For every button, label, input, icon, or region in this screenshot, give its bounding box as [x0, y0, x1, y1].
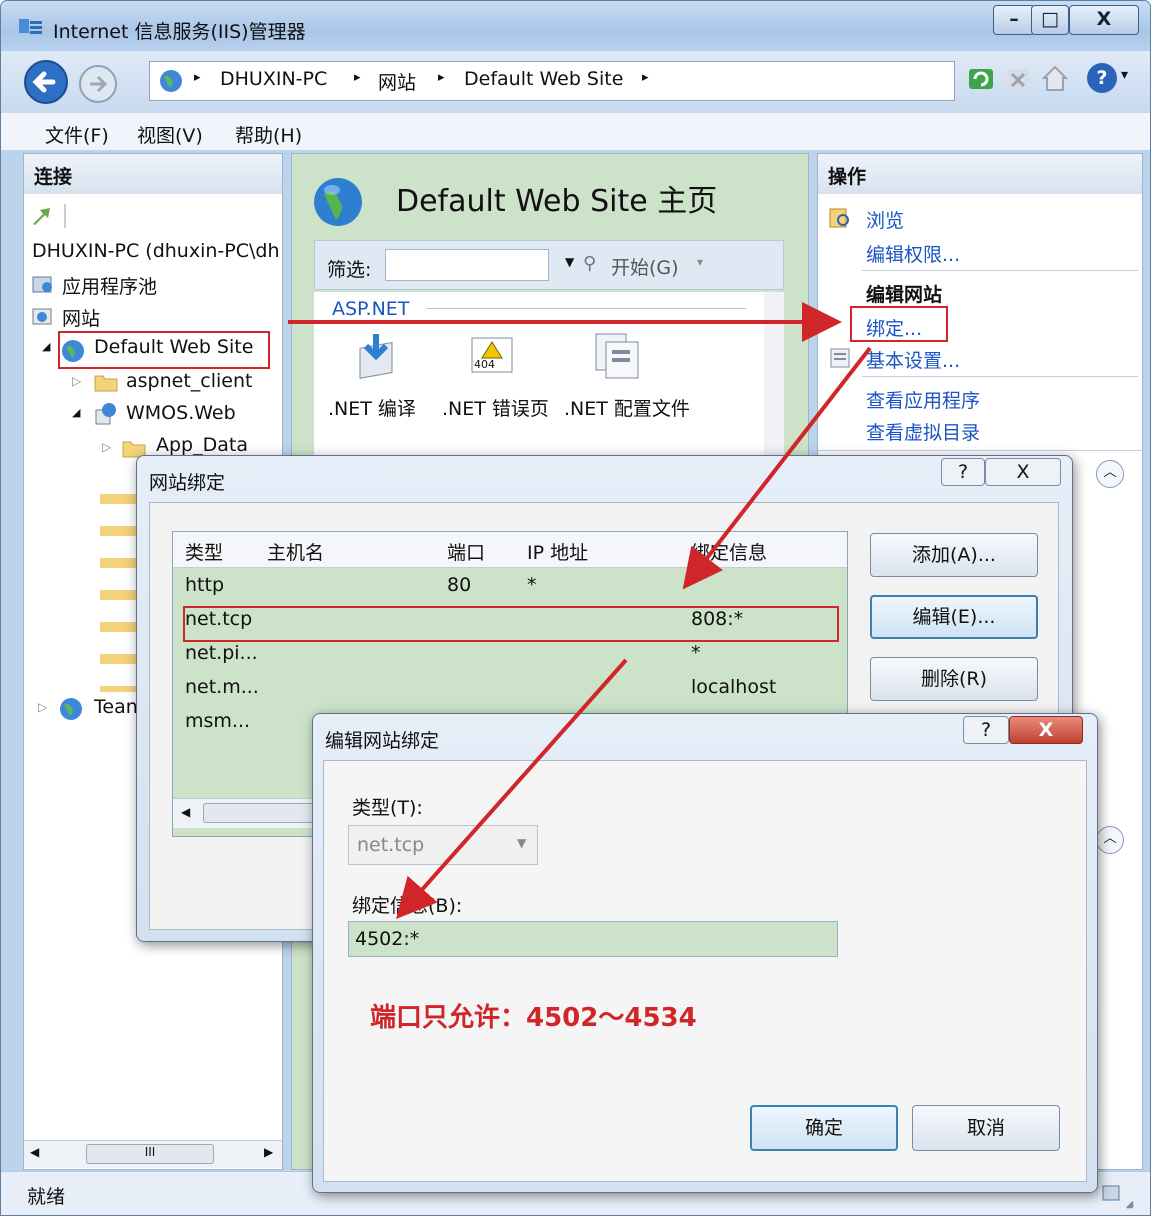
arrow-to-input [396, 658, 628, 919]
arrow-to-table [682, 346, 872, 590]
annotation-arrows [288, 302, 872, 919]
